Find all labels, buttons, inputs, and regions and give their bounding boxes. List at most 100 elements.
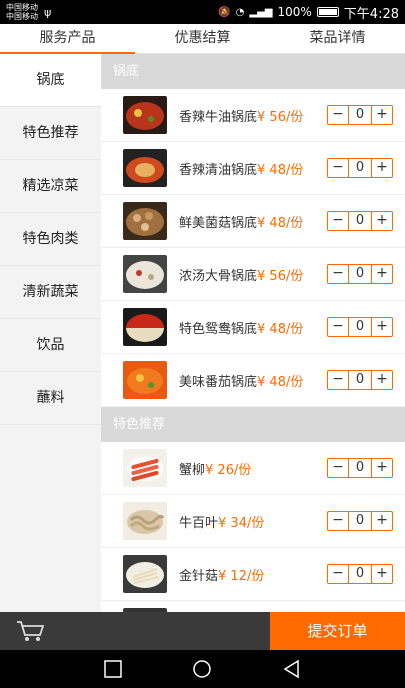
- dish-name: 香辣牛油锅底: [179, 109, 258, 125]
- increase-button[interactable]: +: [371, 564, 393, 584]
- clock: 下午4:28: [343, 6, 399, 22]
- battery-icon: [316, 7, 339, 17]
- increase-button[interactable]: +: [371, 511, 393, 531]
- list-item: 鲜美菌菇锅底 ¥ 48/份 −0 +: [101, 195, 405, 248]
- dish-thumbnail: [123, 308, 167, 346]
- wifi-icon: ◔: [235, 6, 245, 18]
- quantity-stepper: −0 +: [327, 211, 393, 231]
- dish-price: ¥ 48/份: [257, 321, 304, 337]
- dish-price: ¥ 48/份: [257, 215, 304, 231]
- status-bar: 中国移动 中国移动 ψ 🔕 ◔ ▂▄▆ 100% 下午4:28: [0, 0, 405, 24]
- decrease-button[interactable]: −: [327, 264, 349, 284]
- increase-button[interactable]: +: [371, 458, 393, 478]
- quantity-stepper: −0 +: [327, 317, 393, 337]
- increase-button[interactable]: +: [371, 158, 393, 178]
- back-icon[interactable]: [282, 659, 302, 679]
- increase-button[interactable]: +: [371, 264, 393, 284]
- quantity-stepper: −0 +: [327, 264, 393, 284]
- quantity-value: 0: [348, 264, 372, 284]
- carrier-info: 中国移动 中国移动: [6, 3, 38, 21]
- menu-list[interactable]: 锅底 香辣牛油锅底 ¥ 56/份 −0 + 香辣清油锅底 ¥ 48/份 −0 + 鲜美菌…: [101, 54, 405, 612]
- dish-thumbnail: [123, 149, 167, 187]
- dish-price: ¥ 48/份: [257, 162, 304, 178]
- dish-name: 香辣清油锅底: [179, 162, 258, 178]
- decrease-button[interactable]: −: [327, 564, 349, 584]
- category-sidebar: 锅底 特色推荐 精选凉菜 特色肉类 清新蔬菜 饮品 蘸料: [0, 54, 101, 612]
- dish-price: ¥ 34/份: [218, 515, 265, 531]
- carrier-label-1: 中国移动: [6, 3, 38, 12]
- sidebar-item-sauces[interactable]: 蘸料: [0, 372, 101, 425]
- list-item: 香辣清油锅底 ¥ 48/份 −0 +: [101, 142, 405, 195]
- tab-dish-details[interactable]: 菜品详情: [270, 24, 405, 53]
- decrease-button[interactable]: −: [327, 370, 349, 390]
- sidebar-item-drinks[interactable]: 饮品: [0, 319, 101, 372]
- tab-service-products[interactable]: 服务产品: [0, 24, 135, 54]
- dish-thumbnail: [123, 255, 167, 293]
- tab-discount-checkout[interactable]: 优惠结算: [135, 24, 270, 53]
- dish-name: 蟹柳: [179, 462, 206, 478]
- carrier-label-2: 中国移动: [6, 12, 38, 21]
- sidebar-item-meats[interactable]: 特色肉类: [0, 213, 101, 266]
- decrease-button[interactable]: −: [327, 511, 349, 531]
- dish-thumbnail: [123, 96, 167, 134]
- list-item: 美味番茄锅底 ¥ 48/份 −0 +: [101, 354, 405, 407]
- dish-name: 浓汤大骨锅底: [179, 268, 258, 284]
- decrease-button[interactable]: −: [327, 158, 349, 178]
- quantity-value: 0: [348, 564, 372, 584]
- signal-icon: ▂▄▆: [249, 6, 273, 18]
- list-item: 牛百叶 ¥ 34/份 −0 +: [101, 495, 405, 548]
- section-header-hotpot-base: 锅底: [101, 54, 405, 89]
- top-tabs: 服务产品 优惠结算 菜品详情: [0, 24, 405, 54]
- dish-price: ¥ 56/份: [257, 109, 304, 125]
- dish-price: ¥ 26/份: [205, 462, 252, 478]
- dish-price: ¥ 12/份: [218, 568, 265, 584]
- decrease-button[interactable]: −: [327, 458, 349, 478]
- quantity-stepper: −0 +: [327, 564, 393, 584]
- quantity-stepper: −0 +: [327, 458, 393, 478]
- dish-name: 牛百叶: [179, 515, 219, 531]
- list-item: 蟹柳 ¥ 26/份 −0 +: [101, 442, 405, 495]
- list-item: 金针菇 ¥ 12/份 −0 +: [101, 548, 405, 601]
- quantity-value: 0: [348, 458, 372, 478]
- list-item: [101, 601, 405, 612]
- sidebar-item-recommended[interactable]: 特色推荐: [0, 107, 101, 160]
- dish-price: ¥ 56/份: [257, 268, 304, 284]
- dish-thumbnail: [123, 449, 167, 487]
- quantity-stepper: −0 +: [327, 511, 393, 531]
- sidebar-item-cold-dishes[interactable]: 精选凉菜: [0, 160, 101, 213]
- increase-button[interactable]: +: [371, 317, 393, 337]
- dish-thumbnail: [123, 202, 167, 240]
- dish-name: 鲜美菌菇锅底: [179, 215, 258, 231]
- increase-button[interactable]: +: [371, 211, 393, 231]
- cart-icon[interactable]: [16, 620, 46, 642]
- battery-percent: 100%: [277, 5, 312, 19]
- quantity-stepper: −0 +: [327, 105, 393, 125]
- dish-thumbnail: [123, 502, 167, 540]
- increase-button[interactable]: +: [371, 370, 393, 390]
- quantity-stepper: −0 +: [327, 370, 393, 390]
- recent-apps-icon[interactable]: [103, 659, 123, 679]
- decrease-button[interactable]: −: [327, 105, 349, 125]
- quantity-value: 0: [348, 105, 372, 125]
- dish-thumbnail: [123, 555, 167, 593]
- sidebar-item-vegetables[interactable]: 清新蔬菜: [0, 266, 101, 319]
- dish-name: 特色鸳鸯锅底: [179, 321, 258, 337]
- decrease-button[interactable]: −: [327, 211, 349, 231]
- mute-icon: 🔕: [218, 6, 231, 18]
- quantity-value: 0: [348, 211, 372, 231]
- bottom-bar: 提交订单: [0, 612, 405, 650]
- dish-thumbnail: [123, 361, 167, 399]
- system-nav-bar: [0, 650, 405, 688]
- section-header-recommended: 特色推荐: [101, 407, 405, 442]
- quantity-value: 0: [348, 317, 372, 337]
- usb-icon: ψ: [44, 5, 52, 19]
- list-item: 香辣牛油锅底 ¥ 56/份 −0 +: [101, 89, 405, 142]
- decrease-button[interactable]: −: [327, 317, 349, 337]
- increase-button[interactable]: +: [371, 105, 393, 125]
- quantity-value: 0: [348, 511, 372, 531]
- quantity-value: 0: [348, 158, 372, 178]
- submit-order-button[interactable]: 提交订单: [270, 612, 405, 650]
- dish-name: 美味番茄锅底: [179, 374, 258, 390]
- home-icon[interactable]: [192, 659, 212, 679]
- sidebar-item-hotpot-base[interactable]: 锅底: [0, 54, 101, 107]
